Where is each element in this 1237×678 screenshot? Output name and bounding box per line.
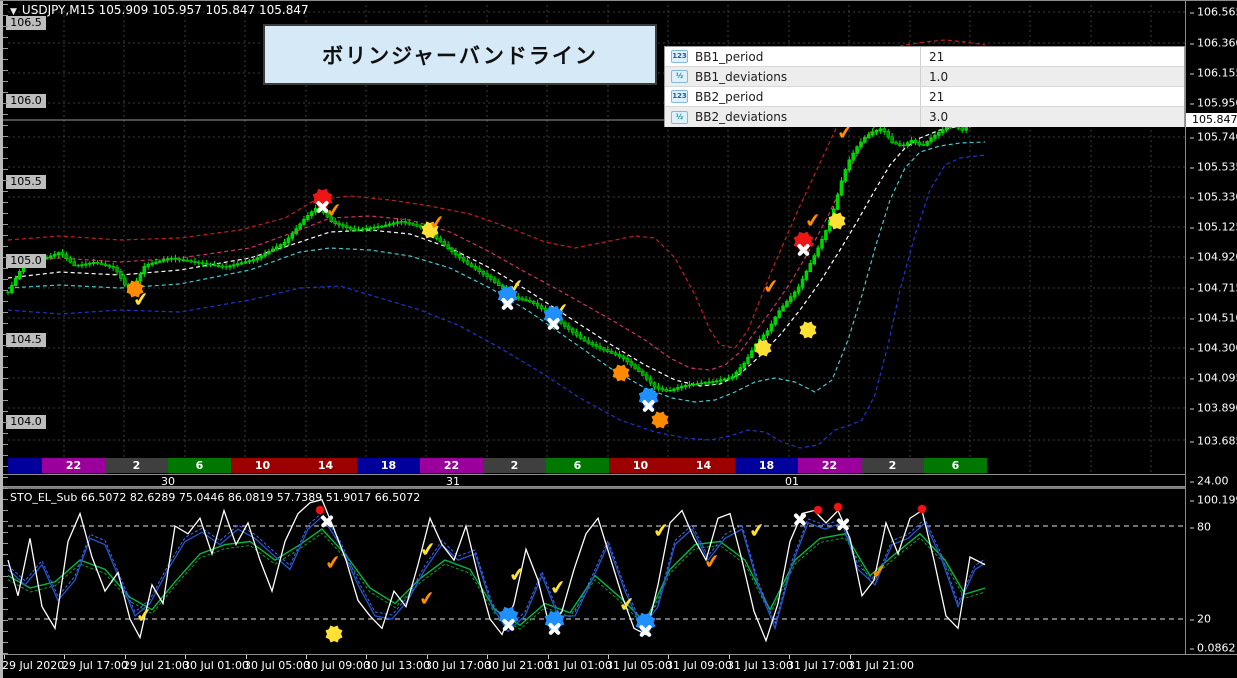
param-row-BB1_period[interactable]: 123 BB1_period 21 (665, 47, 1184, 67)
candlesticks (6, 117, 972, 393)
chart-window: ✔ ✔ ✔ ✔ ✔ ✔ ✔ ✔ ✔ ✔ ✔ ✔ ✔ ✔ ✔ ✔ ✔ ✔ ✔ ▼ USDJPY,M15 105.909 … (0, 0, 1237, 678)
price-axis-label: 106.155 (1190, 67, 1237, 80)
price-axis-label: 105.535 (1190, 161, 1237, 174)
price-axis-label: 103.685 (1190, 435, 1237, 448)
param-value[interactable]: 3.0 (929, 110, 948, 124)
param-value[interactable]: 21 (929, 90, 944, 104)
hour-segment-10: 10 (231, 458, 294, 473)
hour-segment-22: 22 (420, 458, 483, 473)
price-axis-label: 103.890 (1190, 402, 1237, 415)
param-name: BB1_deviations (695, 69, 788, 84)
price-axis-label: 106.565 (1190, 6, 1237, 19)
time-axis-label: 31 Jul 17:00 (787, 659, 853, 672)
time-axis-label: 31 Jul 09:00 (666, 659, 732, 672)
price-axis-label: 0.0862 (1190, 642, 1236, 655)
hour-segment-22: 22 (798, 458, 861, 473)
param-column-divider (920, 67, 921, 86)
current-price-box: 105.847 (1186, 113, 1237, 127)
double-param-icon: ½ (671, 110, 688, 124)
price-axis-label: 105.740 (1190, 131, 1237, 144)
hour-segment-2: 2 (483, 458, 546, 473)
hour-segment-22: 22 (42, 458, 105, 473)
left-price-label: 104.5 (6, 333, 46, 347)
hour-segment-18: 18 (735, 458, 798, 473)
hour-segment-18: 18 (357, 458, 420, 473)
left-price-label: 106.5 (6, 16, 46, 30)
integer-param-icon: 123 (671, 50, 688, 63)
price-axis-label: 20 (1190, 613, 1211, 626)
chart-title: ▼ USDJPY,M15 105.909 105.957 105.847 105.… (10, 3, 309, 17)
param-row-BB1_deviations[interactable]: ½ BB1_deviations 1.0 (665, 67, 1184, 87)
time-axis-label: 30 Jul 01:00 (183, 659, 249, 672)
param-column-divider (920, 47, 921, 66)
left-price-label: 105.5 (6, 175, 46, 189)
date-separator-bar: 30 31 01 (0, 474, 1185, 488)
param-name: BB2_deviations (695, 110, 788, 124)
hour-segment (8, 458, 42, 473)
time-axis[interactable]: 29 Jul 2020 29 Jul 17:00 29 Jul 21:00 30 Ju… (0, 655, 1237, 678)
annotation-banner: ボリンジャーバンドライン (263, 24, 657, 85)
param-column-divider (920, 107, 921, 127)
time-axis-label: 31 Jul 13:00 (727, 659, 793, 672)
price-axis-label: 80 (1190, 521, 1211, 534)
param-name: BB1_period (695, 49, 764, 64)
annotation-banner-text: ボリンジャーバンドライン (322, 43, 598, 68)
param-row-BB2_deviations[interactable]: ½ BB2_deviations 3.0 (665, 107, 1184, 127)
time-axis-label: 29 Jul 2020 (2, 659, 65, 672)
hour-segments-bar: 22 2 6 10 14 18 22 2 6 10 14 18 22 2 6 (8, 458, 987, 473)
subwindow-indicator-label: STO_EL_Sub 66.5072 82.6289 75.0446 86.08… (10, 491, 421, 504)
top-window-edge (0, 0, 1237, 1)
left-price-label: 104.0 (6, 415, 46, 429)
price-axis-label: 104.510 (1190, 312, 1237, 325)
hour-segment-6: 6 (924, 458, 987, 473)
param-name: BB2_period (695, 89, 764, 104)
time-axis-label: 29 Jul 17:00 (62, 659, 128, 672)
hour-segment-6: 6 (546, 458, 609, 473)
left-tick-ruler (3, 4, 8, 654)
price-axis-label: 105.125 (1190, 221, 1237, 234)
hour-segment-2: 2 (105, 458, 168, 473)
window-separator[interactable] (0, 487, 1185, 489)
time-axis-label: 30 Jul 05:00 (244, 659, 310, 672)
chart-title-text: USDJPY,M15 105.909 105.957 105.847 105.8… (21, 3, 309, 17)
hour-segment-14: 14 (672, 458, 735, 473)
price-axis-label: 105.330 (1190, 191, 1237, 204)
hour-segment-14: 14 (294, 458, 357, 473)
price-axis[interactable]: 106.565 106.360 106.155 105.950 105.740 105.5… (1185, 0, 1237, 678)
price-axis-label: 24.00 (1190, 475, 1229, 488)
price-axis-label: 104.920 (1190, 251, 1237, 264)
left-price-label: 105.0 (6, 254, 46, 268)
symbol-dropdown-icon[interactable]: ▼ (10, 7, 17, 17)
param-row-BB2_period[interactable]: 123 BB2_period 21 (665, 87, 1184, 107)
price-axis-label: 104.300 (1190, 342, 1237, 355)
time-axis-label: 30 Jul 09:00 (304, 659, 370, 672)
price-axis-label: 106.360 (1190, 37, 1237, 50)
time-axis-label: 30 Jul 21:00 (485, 659, 551, 672)
price-axis-label: 104.715 (1190, 282, 1237, 295)
stochastic-curves (7, 498, 1185, 643)
hour-segment-10: 10 (609, 458, 672, 473)
hour-segment-2: 2 (861, 458, 924, 473)
param-value[interactable]: 21 (929, 50, 944, 64)
time-axis-label: 30 Jul 13:00 (364, 659, 430, 672)
param-value[interactable]: 1.0 (929, 70, 948, 84)
price-axis-label: 104.095 (1190, 372, 1237, 385)
left-price-label: 106.0 (6, 94, 46, 108)
time-axis-label: 29 Jul 21:00 (123, 659, 189, 672)
time-axis-label: 31 Jul 05:00 (606, 659, 672, 672)
param-column-divider (920, 87, 921, 106)
time-axis-label: 31 Jul 21:00 (848, 659, 914, 672)
price-axis-label: 105.950 (1190, 97, 1237, 110)
integer-param-icon: 123 (671, 90, 688, 103)
time-axis-label: 30 Jul 17:00 (425, 659, 491, 672)
hour-segment-6: 6 (168, 458, 231, 473)
double-param-icon: ½ (671, 70, 688, 83)
time-axis-label: 31 Jul 01:00 (546, 659, 612, 672)
time-axis-separator (0, 654, 1237, 655)
indicator-params-table[interactable]: 123 BB1_period 21 ½ BB1_deviations 1.0 123 BB2_… (664, 46, 1185, 127)
price-axis-label: 100.1994 (1190, 494, 1237, 507)
